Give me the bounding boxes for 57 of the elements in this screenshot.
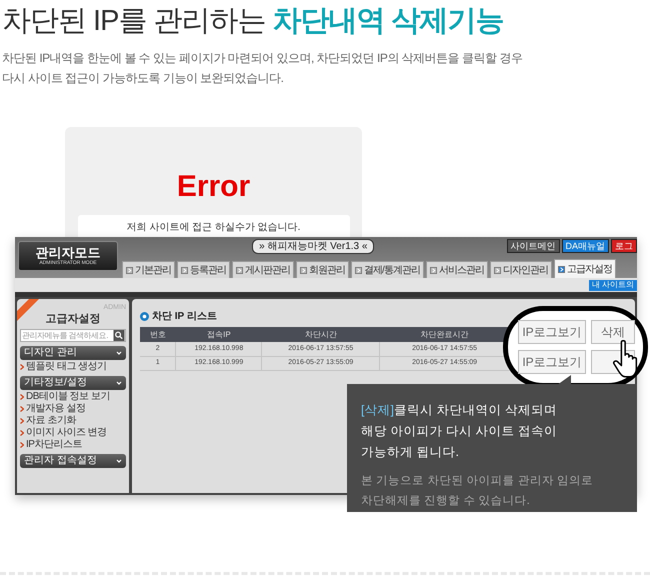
chevron-down-icon: [116, 350, 122, 356]
bullet-icon: [20, 418, 24, 424]
bullet-icon: [20, 442, 24, 448]
menu-section[interactable]: 기타정보/설정: [20, 376, 126, 390]
tab-icon: [181, 266, 188, 274]
tab-icon: [126, 266, 133, 274]
tab-icon: [558, 266, 565, 272]
menu-section[interactable]: 관리자 접속설정: [20, 454, 126, 468]
menu-item[interactable]: 자료 초기화: [20, 415, 126, 426]
my-site-button[interactable]: 내 사이트의: [588, 280, 637, 290]
tab-icon: [355, 266, 362, 274]
top-button[interactable]: 사이트메인: [506, 239, 560, 253]
description-text: 다시 사이트 접근이 가능하도록 기능이 보완되었습니다.: [2, 70, 285, 87]
bullet-icon: [20, 364, 24, 370]
menu-item[interactable]: IP차단리스트: [20, 439, 126, 450]
description-text: 차단된 IP내역을 한눈에 볼 수 있는 페이지가 마련되어 있으며, 차단되었던 IP의 삭제버튼을 클릭할 경우: [2, 50, 522, 67]
tab[interactable]: 서비스관리: [426, 261, 488, 278]
tab[interactable]: 결제/통계관리: [351, 261, 424, 278]
callout-note: 본 기능으로 차단된 아이피를 관리자 임의로 차단해제를 진행할 수 있습니다.: [361, 474, 594, 509]
menu-item[interactable]: 이미지 사이즈 변경: [20, 427, 126, 438]
search-icon[interactable]: [113, 330, 125, 341]
site-title: » 해피재능마켓 Ver1.3 «: [252, 238, 374, 254]
tab-icon: [494, 266, 501, 274]
top-button[interactable]: 로그: [611, 239, 638, 253]
column-header: 차단시간: [262, 327, 380, 342]
info-icon: [140, 312, 149, 321]
top-button[interactable]: DA매뉴얼: [562, 239, 610, 253]
menu-section[interactable]: 디자인 관리: [20, 346, 126, 360]
column-header: 번호: [140, 327, 176, 342]
log-view-button[interactable]: IP로그보기: [518, 320, 586, 344]
column-header: 접속IP: [176, 327, 262, 342]
bullet-icon: [20, 430, 24, 436]
tab-icon: [236, 266, 243, 274]
column-header: 차단완료시간: [380, 327, 510, 342]
sidebar-title: 고급자설정: [46, 312, 100, 326]
chevron-down-icon: [116, 380, 122, 386]
callout-text: [삭제]클릭시 차단내역이 삭제되며 해당 아이피가 다시 사이트 접속이 가능하게 됩니다.: [361, 402, 558, 461]
tab[interactable]: 게시판관리: [232, 261, 294, 278]
tab-icon: [300, 266, 307, 274]
tab[interactable]: 기본관리: [122, 261, 175, 278]
search-field[interactable]: 관리자메뉴를 검색하세요.: [20, 329, 126, 342]
menu-item[interactable]: 템플릿 태그 생성기: [20, 361, 126, 372]
chevron-down-icon: [116, 458, 122, 464]
error-title: Error: [176, 169, 250, 205]
tab[interactable]: 등록관리: [177, 261, 230, 278]
menu-item[interactable]: DB테이블 정보 보기: [20, 391, 126, 402]
tab[interactable]: 디자인관리: [490, 261, 552, 278]
tab[interactable]: 고급자설정: [554, 259, 616, 278]
bullet-icon: [20, 406, 24, 412]
menu-item[interactable]: 개발자용 설정: [20, 403, 126, 414]
tab[interactable]: 회원관리: [296, 261, 349, 278]
tab-icon: [430, 266, 437, 274]
bullet-icon: [20, 394, 24, 400]
delete-button[interactable]: 삭제: [591, 320, 635, 344]
list-title: 차단 IP 리스트: [152, 310, 217, 324]
headline: 차단된 IP를 관리하는 차단내역 삭제기능: [2, 4, 504, 39]
log-view-button[interactable]: IP로그보기: [518, 350, 586, 374]
